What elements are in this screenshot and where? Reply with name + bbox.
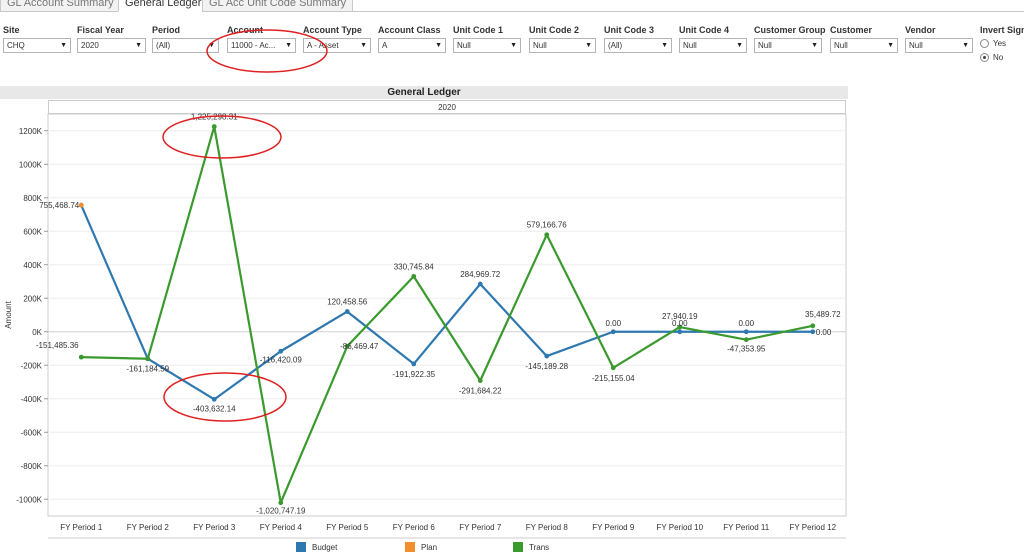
data-label: 35,489.72 (805, 310, 841, 319)
y-tick-label: 400K (23, 261, 42, 270)
y-tick-label: 600K (23, 227, 42, 236)
legend-swatch (405, 542, 415, 552)
data-point-trans (610, 365, 616, 371)
legend-item-budget[interactable]: Budget (296, 542, 337, 552)
y-tick-label: -200K (21, 361, 43, 370)
data-point-trans (544, 232, 550, 238)
legend-item-plan[interactable]: Plan (405, 542, 437, 552)
line-chart: 1200K1000K800K600K400K200K0K-200K-400K-6… (4, 29, 847, 539)
y-tick-label: -400K (21, 395, 43, 404)
series-layer (78, 124, 816, 506)
legend-item-trans[interactable]: Trans (513, 542, 549, 552)
data-label: -291,684.22 (459, 387, 502, 396)
data-point-trans (743, 337, 749, 343)
data-point-trans (211, 124, 217, 129)
data-label: 0.00 (605, 319, 621, 328)
data-point-budget (677, 329, 683, 335)
y-tick-label: 200K (23, 294, 42, 303)
x-tick-label: FY Period 6 (393, 523, 436, 532)
x-tick-label: FY Period 10 (656, 523, 703, 532)
data-label: -215,155.04 (592, 374, 635, 383)
x-tick-label: FY Period 11 (723, 523, 770, 532)
data-label: -86,469.47 (340, 342, 379, 351)
y-tick-label: -800K (21, 462, 43, 471)
x-tick-label: FY Period 5 (326, 523, 369, 532)
grid-layer (47, 113, 847, 517)
y-axis-title: Amount (4, 300, 13, 328)
x-tick-label: FY Period 9 (592, 523, 635, 532)
data-point-trans (477, 378, 483, 384)
data-point-trans (411, 273, 417, 279)
data-label: 120,458.56 (327, 298, 368, 307)
data-point-budget (810, 329, 816, 335)
legend-label: Plan (421, 542, 438, 552)
data-point-budget (211, 396, 217, 402)
plot-frame (47, 113, 847, 517)
y-tick-label: -1000K (16, 495, 42, 504)
data-label: -116,420.09 (260, 355, 303, 364)
data-point-trans (810, 323, 816, 329)
data-label: 579,166.76 (527, 221, 568, 230)
x-tick-label: FY Period 1 (60, 523, 103, 532)
data-label: -1,020,747.19 (256, 507, 306, 516)
data-label: -403,632.14 (193, 404, 236, 413)
x-tick-label: FY Period 4 (260, 523, 303, 532)
data-point-budget (344, 309, 350, 314)
data-label: 284,969.72 (460, 270, 501, 279)
data-point-trans (145, 356, 151, 362)
data-label: -151,485.36 (36, 341, 79, 350)
data-label: -191,922.35 (392, 370, 435, 379)
data-point-trans (278, 500, 284, 506)
data-point-budget (477, 281, 483, 287)
y-tick-label: 1200K (19, 127, 43, 136)
data-point-trans (78, 354, 84, 360)
data-label: -145,189.28 (525, 362, 568, 371)
annotation-ellipse-account (206, 29, 328, 73)
legend-swatch (296, 542, 306, 552)
data-point-plan (78, 202, 84, 208)
legend-swatch (513, 542, 523, 552)
series-line-budget (80, 204, 813, 401)
data-point-budget (610, 329, 616, 335)
data-point-budget (544, 353, 550, 359)
legend-label: Budget (312, 542, 338, 552)
series-line-trans (81, 125, 813, 504)
x-tick-label: FY Period 8 (526, 523, 569, 532)
y-tick-label: -600K (21, 428, 43, 437)
data-point-budget (743, 329, 749, 335)
x-tick-label: FY Period 7 (459, 523, 502, 532)
data-label: 755,468.74 (39, 201, 80, 210)
data-point-budget (278, 348, 284, 354)
annotation-ellipse-low (163, 372, 287, 422)
x-tick-label: FY Period 2 (127, 523, 170, 532)
y-tick-label: 1000K (19, 160, 43, 169)
data-label: 330,745.84 (394, 262, 435, 271)
legend-label: Trans (529, 542, 550, 552)
x-tick-label: FY Period 3 (193, 523, 236, 532)
data-label: 27,940.19 (662, 312, 698, 321)
data-label: 0.00 (816, 328, 832, 337)
x-tick-label: FY Period 12 (789, 523, 836, 532)
annotation-layer (162, 29, 328, 422)
data-point-budget (411, 361, 417, 367)
data-label: -161,184.59 (126, 365, 169, 374)
y-tick-label: 0K (32, 328, 42, 337)
data-label: -47,353.95 (727, 345, 766, 354)
annotation-ellipse-peak (162, 115, 282, 159)
data-label: 0.00 (738, 319, 754, 328)
